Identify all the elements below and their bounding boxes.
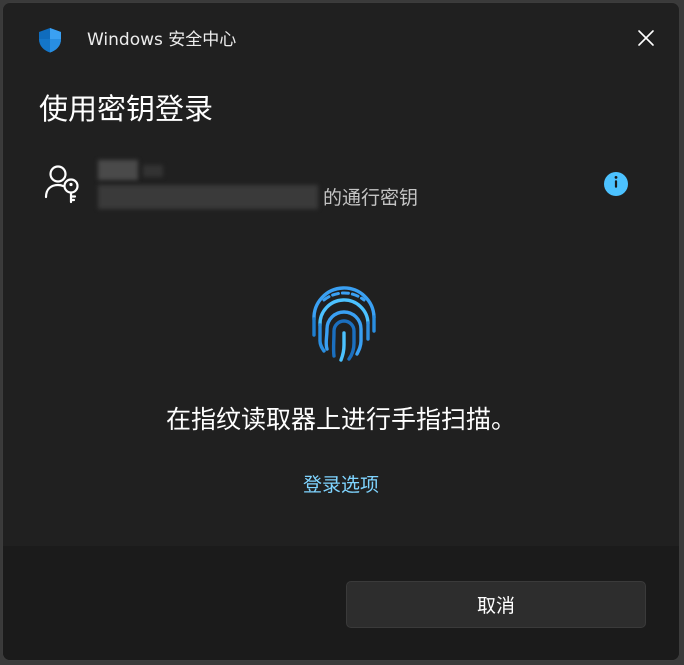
dialog-footer: 取消: [3, 546, 679, 660]
info-button[interactable]: [604, 172, 628, 196]
app-title: Windows 安全中心: [87, 30, 237, 50]
shield-icon: [37, 27, 63, 53]
info-icon: [604, 170, 628, 198]
title-bar: Windows 安全中心: [3, 3, 679, 75]
redacted-username: [98, 160, 138, 180]
redacted-username-part: [143, 165, 163, 177]
passkey-label: 的通行密钥: [323, 187, 419, 209]
fingerprint-icon: [303, 283, 385, 365]
instruction-text: 在指纹读取器上进行手指扫描。: [165, 405, 516, 434]
person-key-icon: [43, 163, 83, 205]
sign-in-options-link[interactable]: 登录选项: [3, 472, 679, 498]
dialog-heading: 使用密钥登录: [39, 92, 214, 126]
redacted-account-name: [98, 185, 318, 209]
close-button[interactable]: [629, 23, 663, 57]
close-icon: [637, 29, 655, 51]
account-row: 的通行密钥: [3, 153, 679, 223]
cancel-button[interactable]: 取消: [346, 581, 646, 628]
security-dialog: Windows 安全中心 使用密钥登录 的通行密钥 在指纹读取器上进行手指扫描。…: [2, 2, 680, 661]
